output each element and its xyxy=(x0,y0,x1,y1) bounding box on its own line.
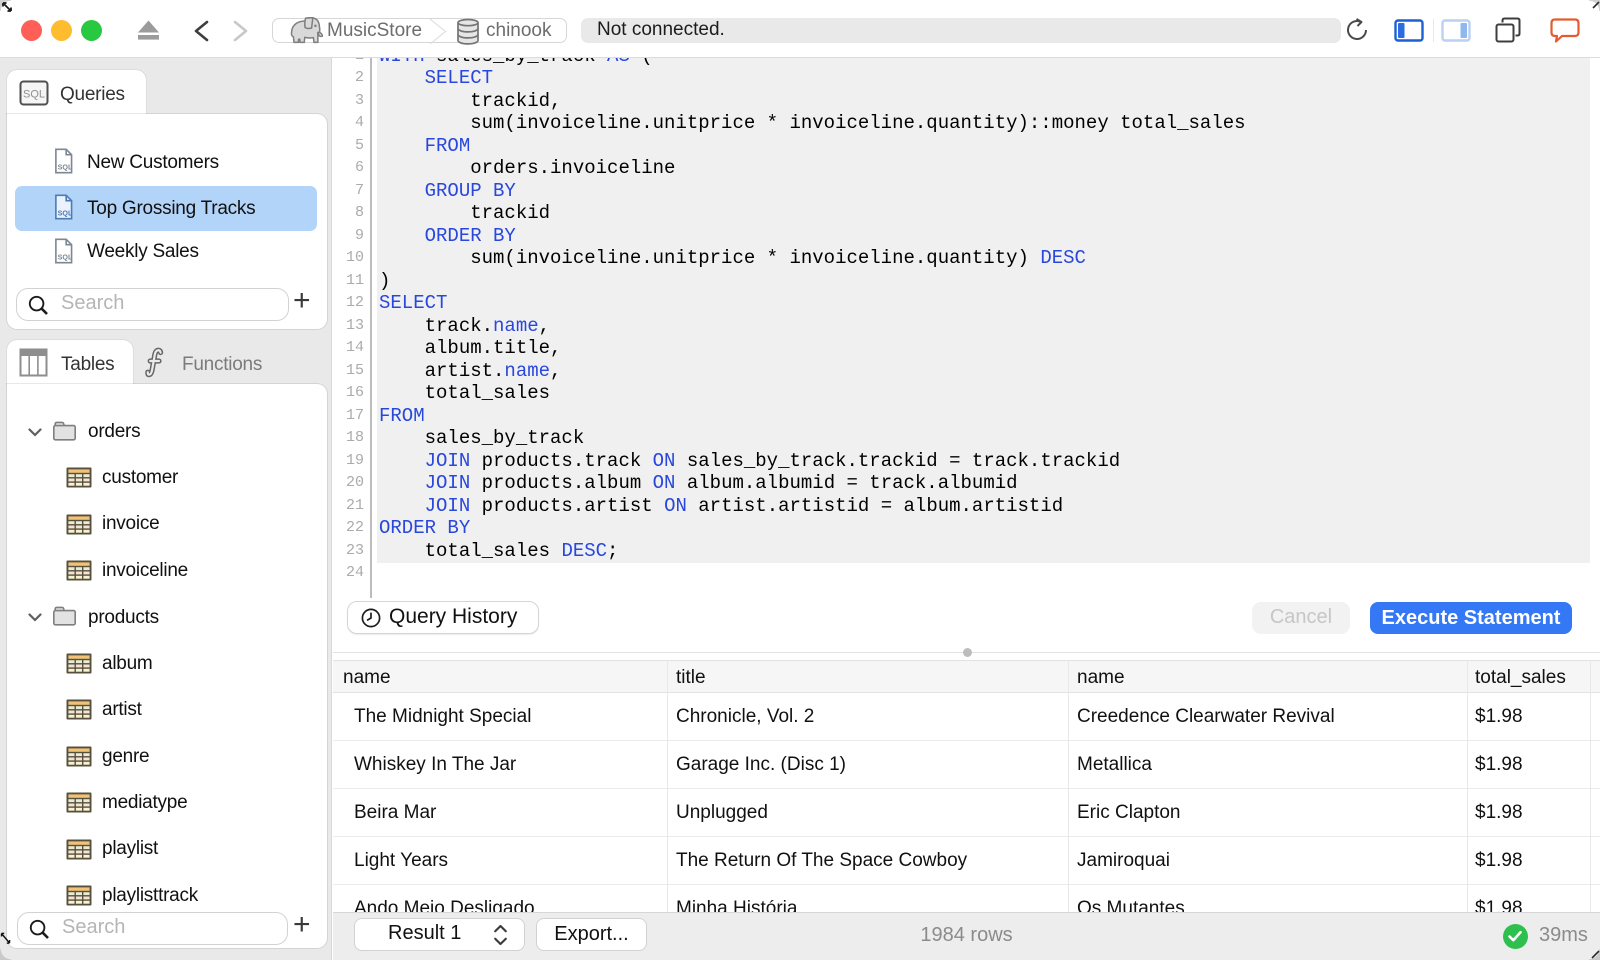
svg-text:SQL: SQL xyxy=(58,164,73,172)
svg-text:SQL: SQL xyxy=(58,210,73,218)
svg-text:SQL: SQL xyxy=(23,89,45,101)
svg-text:SQL: SQL xyxy=(58,254,73,262)
